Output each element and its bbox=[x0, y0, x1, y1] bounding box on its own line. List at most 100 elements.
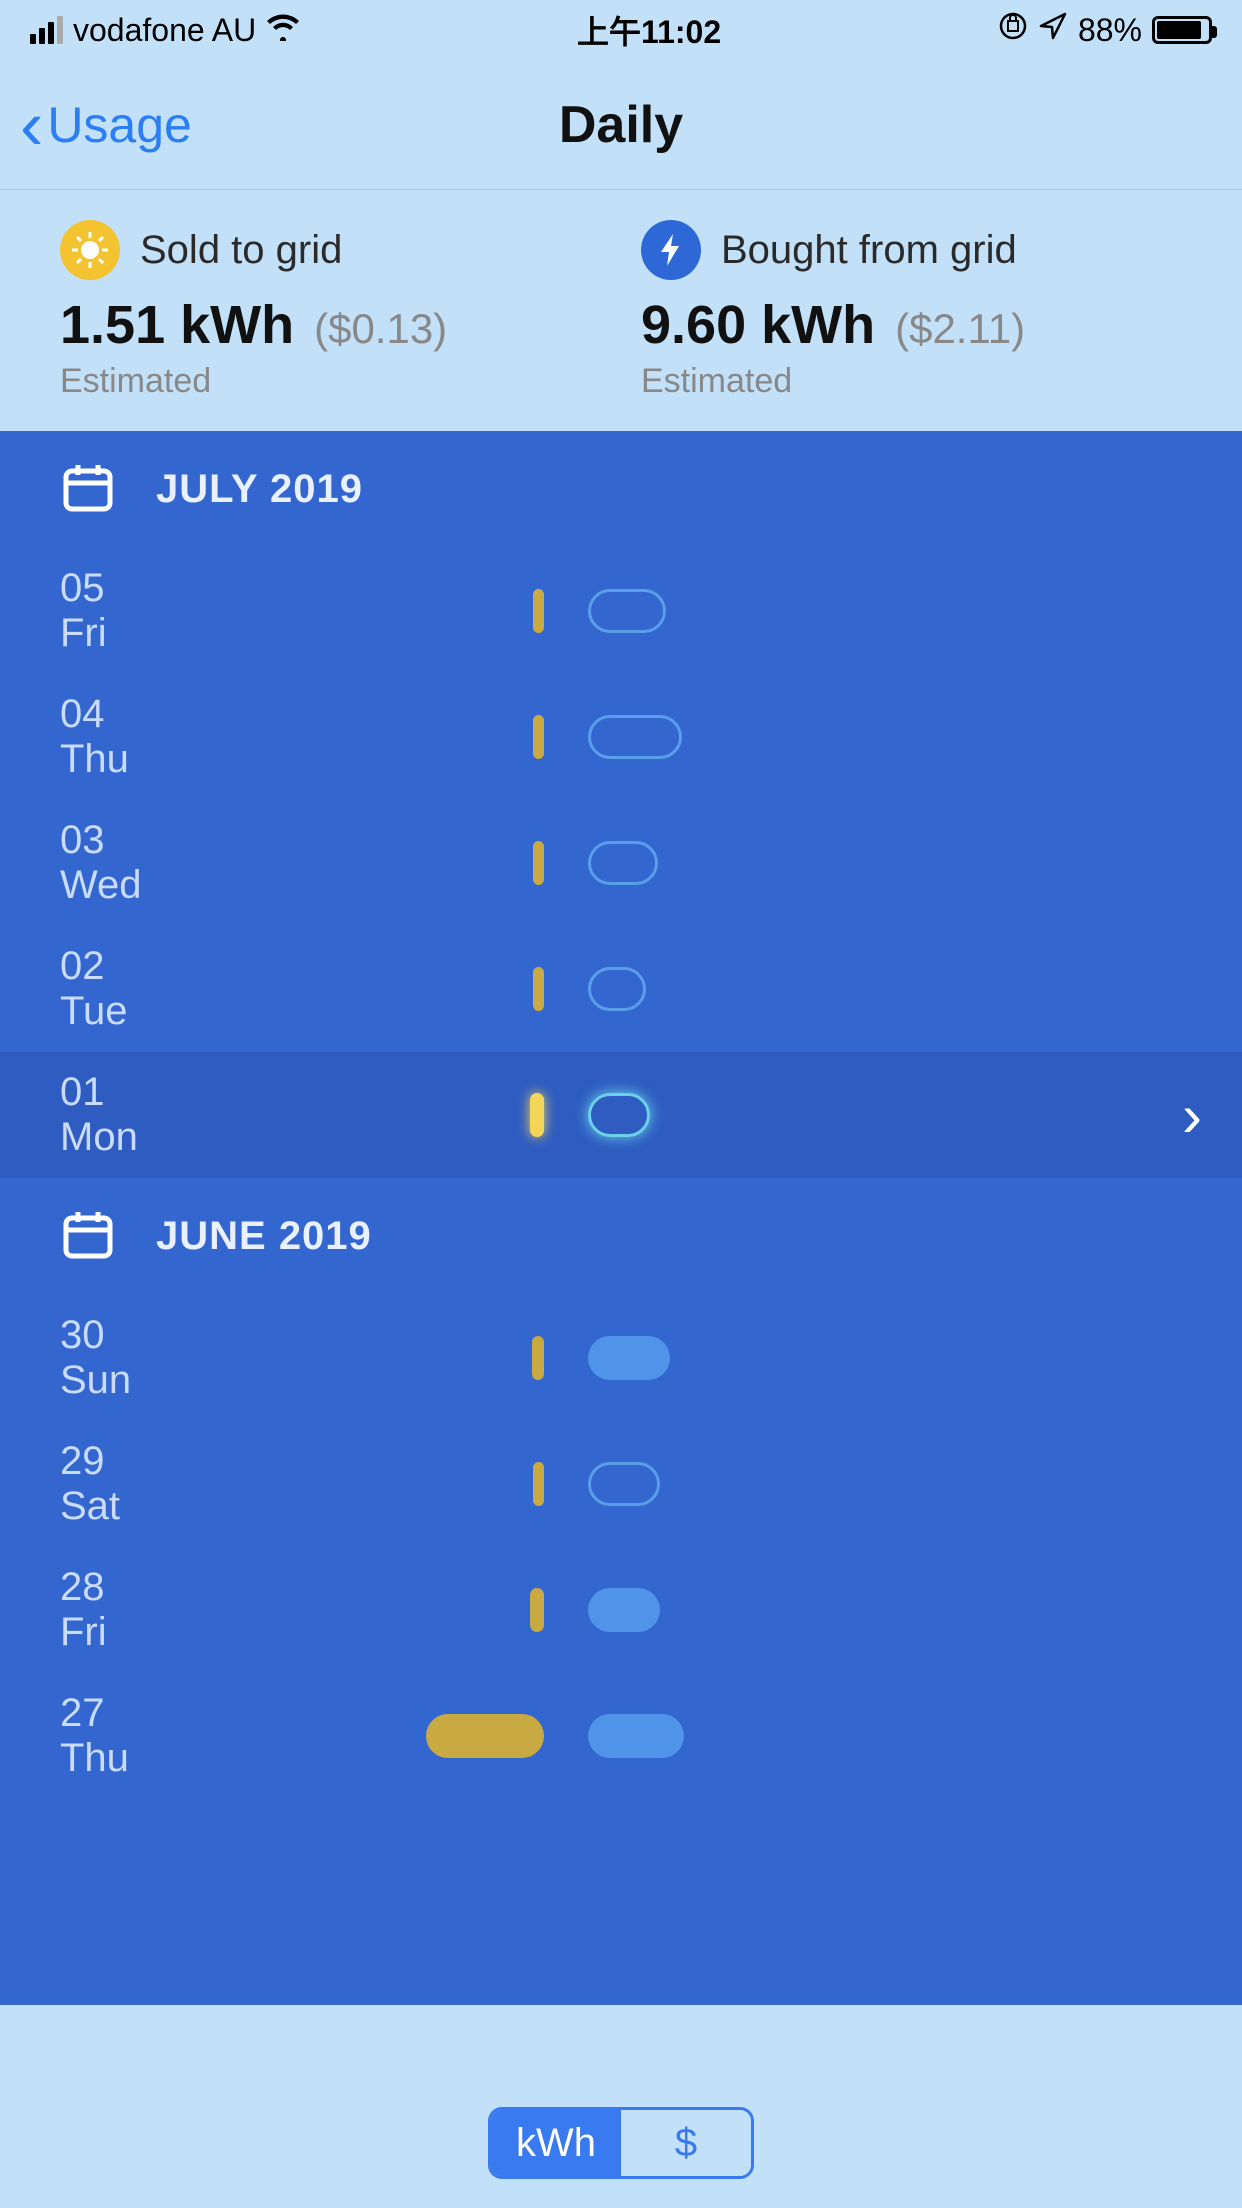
sold-bar bbox=[530, 1588, 544, 1632]
day-row[interactable]: 02Tue bbox=[0, 926, 1242, 1052]
day-row[interactable]: 04Thu bbox=[0, 674, 1242, 800]
date-dow: Thu bbox=[60, 1736, 320, 1781]
bought-summary: Bought from grid 9.60 kWh ($2.11) Estima… bbox=[641, 220, 1182, 401]
day-row[interactable]: 03Wed bbox=[0, 800, 1242, 926]
day-row[interactable]: 28Fri bbox=[0, 1547, 1242, 1673]
location-icon bbox=[1038, 11, 1068, 49]
date-block: 03Wed bbox=[60, 818, 320, 908]
sold-bar bbox=[533, 715, 544, 759]
page-title: Daily bbox=[559, 95, 683, 155]
sold-bar bbox=[533, 1462, 544, 1506]
date-dow: Sat bbox=[60, 1484, 320, 1529]
day-row[interactable]: 05Fri bbox=[0, 548, 1242, 674]
battery-icon bbox=[1152, 16, 1212, 44]
date-block: 05Fri bbox=[60, 566, 320, 656]
sold-bar bbox=[533, 841, 544, 885]
date-dow: Tue bbox=[60, 989, 320, 1034]
day-row[interactable]: 30Sun bbox=[0, 1295, 1242, 1421]
status-bar: vodafone AU 上午11:02 88% bbox=[0, 0, 1242, 60]
date-num: 29 bbox=[60, 1439, 320, 1484]
bought-bar bbox=[588, 1093, 650, 1137]
month-label: JUNE 2019 bbox=[156, 1214, 372, 1259]
sold-estimated: Estimated bbox=[60, 362, 601, 401]
sold-summary: Sold to grid 1.51 kWh ($0.13) Estimated bbox=[60, 220, 601, 401]
date-dow: Thu bbox=[60, 737, 320, 782]
date-block: 29Sat bbox=[60, 1439, 320, 1529]
battery-fill bbox=[1157, 21, 1201, 39]
bought-bar bbox=[588, 1714, 684, 1758]
date-block: 01Mon bbox=[60, 1070, 320, 1160]
unit-toggle-dollar[interactable]: $ bbox=[621, 2110, 751, 2176]
day-row[interactable]: 01Mon › bbox=[0, 1052, 1242, 1178]
unit-toggle-kwh[interactable]: kWh bbox=[491, 2110, 621, 2176]
day-row[interactable]: 29Sat bbox=[0, 1421, 1242, 1547]
unit-toggle: kWh $ bbox=[488, 2107, 754, 2179]
date-dow: Mon bbox=[60, 1115, 320, 1160]
calendar-icon bbox=[60, 1206, 116, 1267]
carrier-label: vodafone AU bbox=[73, 12, 256, 49]
date-dow: Fri bbox=[60, 1610, 320, 1655]
month-label: JULY 2019 bbox=[156, 467, 363, 512]
daily-list[interactable]: JULY 201905Fri04Thu03Wed02Tue01Mon›JUNE … bbox=[0, 431, 1242, 2005]
date-block: 27Thu bbox=[60, 1691, 320, 1781]
signal-icon bbox=[30, 16, 63, 44]
date-num: 27 bbox=[60, 1691, 320, 1736]
orientation-lock-icon bbox=[998, 11, 1028, 49]
date-num: 28 bbox=[60, 1565, 320, 1610]
sold-bar bbox=[533, 589, 544, 633]
date-num: 01 bbox=[60, 1070, 320, 1115]
nav-header: ‹ Usage Daily bbox=[0, 60, 1242, 190]
battery-pct: 88% bbox=[1078, 12, 1142, 49]
sold-price: ($0.13) bbox=[314, 305, 447, 353]
bar-group bbox=[320, 1673, 1182, 1799]
bar-group bbox=[320, 548, 1182, 674]
bought-bar bbox=[588, 1336, 670, 1380]
date-block: 28Fri bbox=[60, 1565, 320, 1655]
bought-bar bbox=[588, 715, 682, 759]
sold-bar bbox=[426, 1714, 544, 1758]
status-right: 88% bbox=[998, 11, 1212, 49]
back-button[interactable]: ‹ Usage bbox=[20, 90, 192, 160]
date-block: 02Tue bbox=[60, 944, 320, 1034]
calendar-icon bbox=[60, 459, 116, 520]
bar-group bbox=[320, 926, 1182, 1052]
back-label: Usage bbox=[47, 96, 192, 154]
sun-icon bbox=[60, 220, 120, 280]
date-dow: Sun bbox=[60, 1358, 320, 1403]
bought-bar bbox=[588, 967, 646, 1011]
day-row[interactable]: 27Thu bbox=[0, 1673, 1242, 1799]
bought-price: ($2.11) bbox=[895, 305, 1025, 353]
bar-group bbox=[320, 1052, 1182, 1178]
bought-value: 9.60 kWh bbox=[641, 294, 875, 356]
date-dow: Fri bbox=[60, 611, 320, 656]
bought-bar bbox=[588, 1588, 660, 1632]
status-time: 上午11:02 bbox=[577, 7, 721, 53]
date-num: 02 bbox=[60, 944, 320, 989]
bolt-icon bbox=[641, 220, 701, 280]
bar-group bbox=[320, 1295, 1182, 1421]
bought-bar bbox=[588, 841, 658, 885]
date-block: 04Thu bbox=[60, 692, 320, 782]
sold-bar bbox=[530, 1093, 544, 1137]
wifi-icon bbox=[266, 11, 300, 50]
summary-section: Sold to grid 1.51 kWh ($0.13) Estimated … bbox=[0, 190, 1242, 431]
status-left: vodafone AU bbox=[30, 11, 300, 50]
bought-bar bbox=[588, 589, 666, 633]
date-block: 30Sun bbox=[60, 1313, 320, 1403]
date-num: 05 bbox=[60, 566, 320, 611]
sold-bar bbox=[533, 967, 544, 1011]
bar-group bbox=[320, 1421, 1182, 1547]
date-num: 03 bbox=[60, 818, 320, 863]
bought-estimated: Estimated bbox=[641, 362, 1182, 401]
date-num: 04 bbox=[60, 692, 320, 737]
bar-group bbox=[320, 674, 1182, 800]
bar-group bbox=[320, 800, 1182, 926]
chevron-right-icon: › bbox=[1182, 1081, 1202, 1150]
chevron-left-icon: ‹ bbox=[20, 90, 43, 160]
bar-group bbox=[320, 1547, 1182, 1673]
bottom-bar: kWh $ bbox=[0, 2078, 1242, 2208]
date-num: 30 bbox=[60, 1313, 320, 1358]
sold-bar bbox=[532, 1336, 544, 1380]
sold-label: Sold to grid bbox=[140, 228, 342, 273]
month-header: JULY 2019 bbox=[0, 431, 1242, 548]
